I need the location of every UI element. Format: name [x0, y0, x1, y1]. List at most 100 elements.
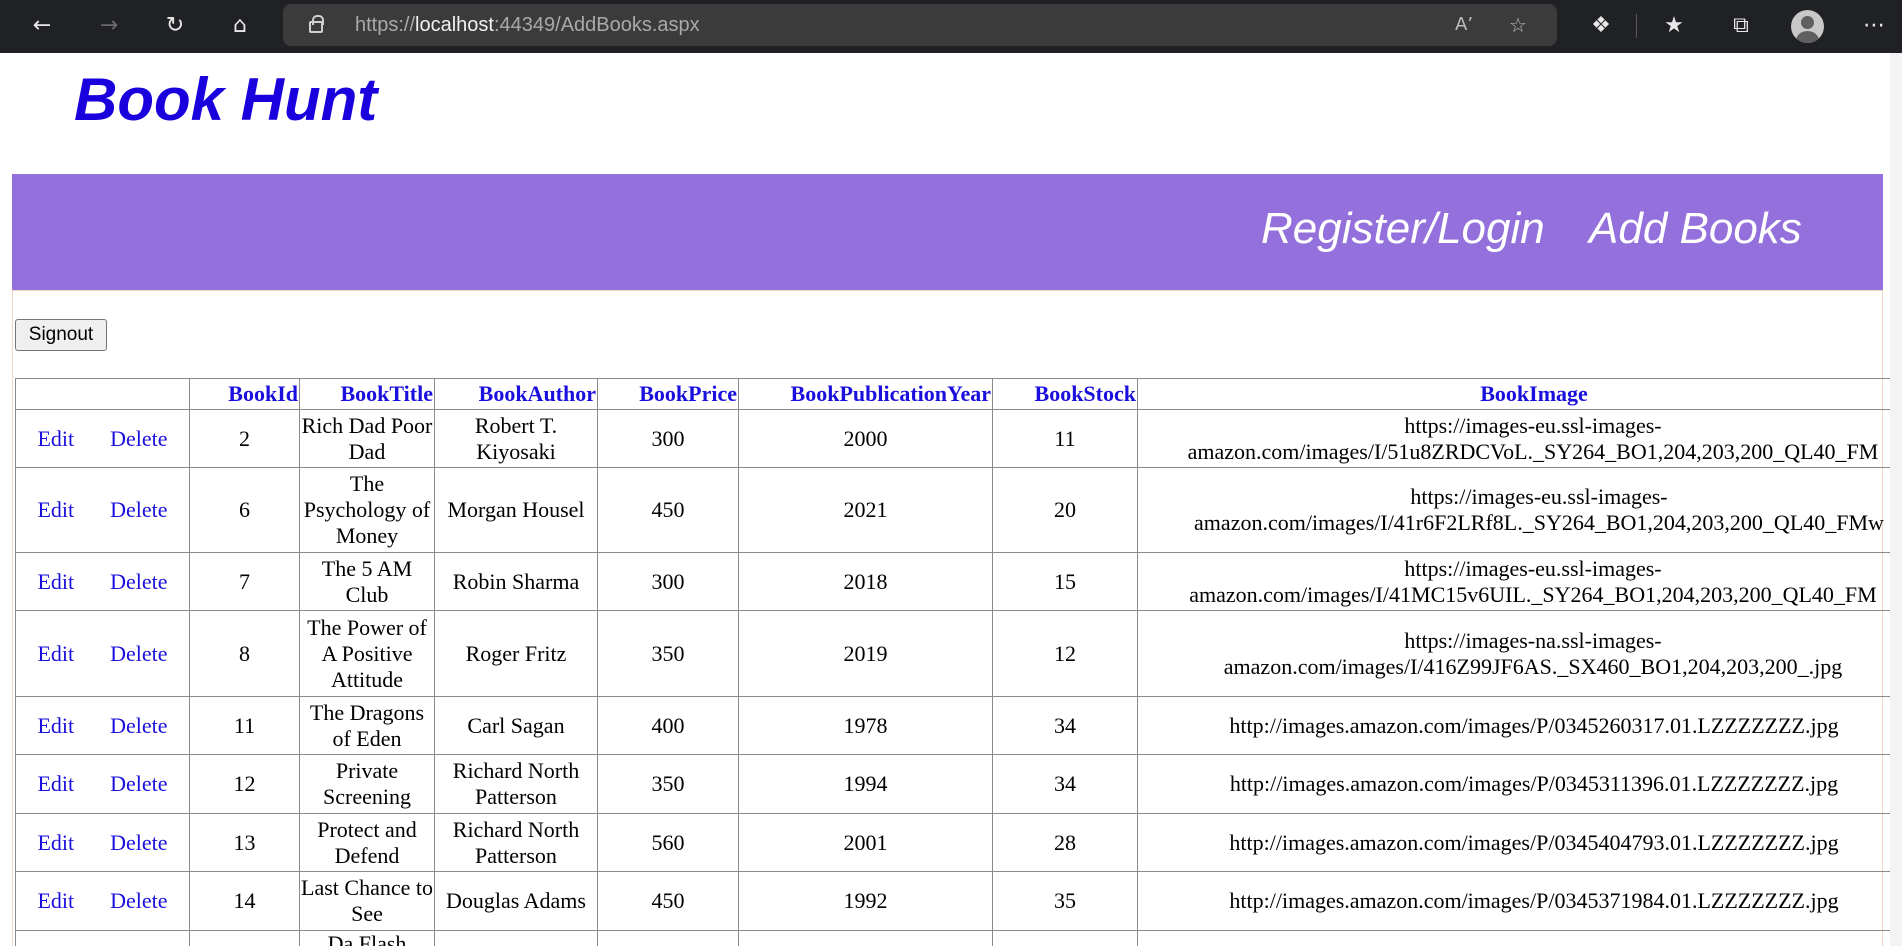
cell-bookprice: 560	[597, 813, 739, 872]
table-row: Edit Delete 14 Last Chance to See Douglas…	[15, 871, 1902, 931]
col-header-booktitle[interactable]: BookTitle	[299, 378, 435, 410]
cell-bookimage: https://images-eu.ssl-images-amazon.com/…	[1137, 552, 1902, 611]
table-row: Edit Delete 7 The 5 AM Club Robin Sharma …	[15, 552, 1902, 611]
col-header-bookauthor[interactable]: BookAuthor	[434, 378, 598, 410]
collections-icon[interactable]: ⧉	[1725, 10, 1757, 42]
image-url-text: https://images-na.ssl-images-amazon.com/…	[1223, 627, 1843, 679]
col-header-bookstock[interactable]: BookStock	[992, 378, 1138, 410]
cell-booktitle: Da Flash	[299, 930, 435, 946]
cell-bookimage: http://images.amazon.com/images/P/034540…	[1137, 813, 1902, 872]
cell-bookstock: 15	[992, 552, 1138, 611]
address-bar[interactable]: https://localhost:44349/AddBooks.aspx A’…	[283, 4, 1557, 46]
cell-bookprice: 450	[597, 871, 739, 931]
cell-bookyear: 2000	[738, 409, 993, 468]
edit-link[interactable]: Edit	[37, 888, 74, 913]
cell-bookyear	[738, 930, 993, 946]
forward-icon[interactable]: →	[93, 10, 125, 42]
back-icon[interactable]: ←	[26, 10, 58, 42]
lock-icon[interactable]	[309, 15, 324, 33]
image-url-text: https://images-eu.ssl-images-amazon.com/…	[1189, 555, 1877, 607]
row-actions: Edit Delete	[15, 552, 190, 611]
cell-bookimage: https://images-na.ssl-images-amazon.com/…	[1137, 610, 1902, 697]
row-actions: Edit Delete	[15, 871, 190, 931]
cell-bookprice: 350	[597, 754, 739, 814]
cell-bookauthor: Richard North Patterson	[434, 754, 598, 814]
row-actions: Edit Delete	[15, 696, 190, 755]
edit-link[interactable]: Edit	[37, 426, 74, 451]
cell-bookstock	[992, 930, 1138, 946]
page-scrollbar[interactable]	[1890, 53, 1902, 946]
toolbar-divider	[1636, 14, 1637, 38]
profile-icon[interactable]	[1791, 10, 1824, 43]
table-row: Edit Delete 8 The Power of A Positive Att…	[15, 610, 1902, 697]
cell-bookid: 8	[189, 610, 300, 697]
browser-toolbar: ← → ↻ ⌂ https://localhost:44349/AddBooks…	[0, 0, 1902, 53]
cell-bookid: 2	[189, 409, 300, 468]
edit-link[interactable]: Edit	[37, 830, 74, 855]
cell-bookimage: http://images.amazon.com/images/P/034537…	[1137, 871, 1902, 931]
table-row: Edit Delete 2 Rich Dad Poor Dad Robert T.…	[15, 409, 1902, 468]
cell-booktitle: The Psychology of Money	[299, 467, 435, 553]
cell-booktitle: Rich Dad Poor Dad	[299, 409, 435, 468]
cell-bookyear: 1978	[738, 696, 993, 755]
row-actions: Edit Delete	[15, 754, 190, 814]
delete-link[interactable]: Delete	[110, 888, 167, 913]
delete-link[interactable]: Delete	[110, 426, 167, 451]
read-aloud-icon[interactable]: A’	[1455, 10, 1473, 40]
cell-bookprice: 400	[597, 696, 739, 755]
cell-bookyear: 1994	[738, 754, 993, 814]
more-icon[interactable]: ⋯	[1858, 10, 1890, 42]
refresh-icon[interactable]: ↻	[159, 10, 191, 42]
add-favorite-icon[interactable]: ☆	[1509, 10, 1527, 40]
edit-link[interactable]: Edit	[37, 641, 74, 666]
cell-bookid: 6	[189, 467, 300, 553]
cell-bookauthor: Richard North Patterson	[434, 813, 598, 872]
edit-link[interactable]: Edit	[37, 569, 74, 594]
cell-bookauthor	[434, 930, 598, 946]
col-header-bookid[interactable]: BookId	[189, 378, 300, 410]
table-row: Edit Delete 12 Private Screening Richard …	[15, 754, 1902, 814]
cell-booktitle: The Power of A Positive Attitude	[299, 610, 435, 697]
col-header-bookpublicationyear[interactable]: BookPublicationYear	[738, 378, 993, 410]
col-header-actions	[15, 378, 190, 410]
cell-bookstock: 12	[992, 610, 1138, 697]
cell-bookprice: 300	[597, 409, 739, 468]
edit-link[interactable]: Edit	[37, 497, 74, 522]
table-row: Edit Delete 11 The Dragons of Eden Carl S…	[15, 696, 1902, 755]
image-url-text: https://images-eu.ssl-images-amazon.com/…	[1187, 412, 1879, 464]
delete-link[interactable]: Delete	[110, 641, 167, 666]
delete-link[interactable]: Delete	[110, 497, 167, 522]
delete-link[interactable]: Delete	[110, 713, 167, 738]
cell-bookauthor: Morgan Housel	[434, 467, 598, 553]
col-header-bookprice[interactable]: BookPrice	[597, 378, 739, 410]
delete-link[interactable]: Delete	[110, 569, 167, 594]
row-actions: Edit Delete	[15, 813, 190, 872]
cell-bookimage: http://images.amazon.com/images/P/034531…	[1137, 754, 1902, 814]
delete-link[interactable]: Delete	[110, 771, 167, 796]
extensions-icon[interactable]: ❖	[1585, 10, 1617, 42]
cell-bookyear: 2018	[738, 552, 993, 611]
cell-bookauthor: Robin Sharma	[434, 552, 598, 611]
address-url[interactable]: https://localhost:44349/AddBooks.aspx	[355, 4, 700, 46]
cell-bookid: 13	[189, 813, 300, 872]
cell-bookauthor: Robert T. Kiyosaki	[434, 409, 598, 468]
delete-link[interactable]: Delete	[110, 830, 167, 855]
register-login-link[interactable]: Register/Login	[1261, 204, 1545, 254]
home-icon[interactable]: ⌂	[224, 10, 256, 42]
cell-bookyear: 1992	[738, 871, 993, 931]
signout-button[interactable]: Signout	[15, 319, 107, 351]
add-books-link[interactable]: Add Books	[1589, 204, 1802, 254]
cell-bookyear: 2021	[738, 467, 993, 553]
cell-bookid: 11	[189, 696, 300, 755]
row-actions: Edit Delete	[15, 610, 190, 697]
cell-bookimage: https://images-eu.ssl-images-amazon.com/…	[1137, 467, 1902, 553]
edit-link[interactable]: Edit	[37, 713, 74, 738]
cell-bookstock: 34	[992, 754, 1138, 814]
cell-bookimage	[1137, 930, 1902, 946]
edit-link[interactable]: Edit	[37, 771, 74, 796]
cell-bookyear: 2001	[738, 813, 993, 872]
favorites-icon[interactable]: ★	[1658, 10, 1690, 42]
cell-bookimage: http://images.amazon.com/images/P/034526…	[1137, 696, 1902, 755]
cell-bookyear: 2019	[738, 610, 993, 697]
col-header-bookimage[interactable]: BookImage	[1137, 378, 1902, 410]
